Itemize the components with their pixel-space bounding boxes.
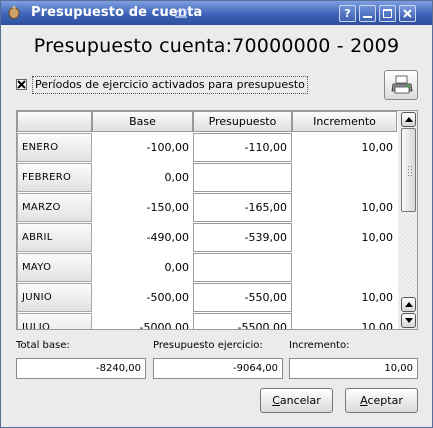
incremento-label: Incremento: xyxy=(289,340,350,351)
help-icon: ? xyxy=(344,7,351,20)
incremento-cell: 10,00 xyxy=(361,141,394,154)
scroll-up-button[interactable] xyxy=(401,297,416,312)
check-mark-icon xyxy=(17,80,26,89)
row-header-month[interactable]: ENERO xyxy=(17,133,92,162)
scroll-up-top-button[interactable] xyxy=(401,112,416,127)
scroll-thumb[interactable] xyxy=(401,128,416,212)
base-cell: -5000,00 xyxy=(139,321,189,329)
table-corner-header xyxy=(17,111,92,132)
incremento-cell: 10,00 xyxy=(361,321,394,329)
row-header-month[interactable]: JULIO xyxy=(17,313,92,329)
column-header-base[interactable]: Base xyxy=(92,111,193,132)
help-button[interactable]: ? xyxy=(339,5,356,22)
maximize-icon xyxy=(383,9,392,18)
page-title: Presupuesto cuenta:70000000 - 2009 xyxy=(33,35,400,57)
incremento-cell: 10,00 xyxy=(361,201,394,214)
app-icon xyxy=(8,5,20,19)
cancel-accelerator: C xyxy=(272,394,280,407)
presupuesto-input[interactable]: -165,00 xyxy=(193,193,292,222)
minimize-icon xyxy=(363,16,372,18)
presupuesto-input[interactable]: -5500,00 xyxy=(193,313,292,329)
arrow-down-icon xyxy=(405,318,413,323)
table-scrollbar[interactable] xyxy=(400,111,417,329)
row-header-month[interactable]: FEBRERO xyxy=(17,163,92,192)
close-button[interactable] xyxy=(399,5,416,22)
accept-label: ceptar xyxy=(367,394,403,407)
base-cell: 0,00 xyxy=(164,171,190,184)
base-cell: -500,00 xyxy=(146,291,189,304)
presupuesto-input[interactable]: -550,00 xyxy=(193,283,292,312)
cancel-button[interactable]: Cancelar xyxy=(260,388,333,413)
table-grid: Base Presupuesto Incremento ENERO -100,0… xyxy=(17,111,398,329)
row-header-month[interactable]: MARZO xyxy=(17,193,92,222)
base-cell: 0,00 xyxy=(164,261,190,274)
total-base-label: Total base: xyxy=(16,340,70,351)
arrow-up-icon xyxy=(405,302,413,307)
base-cell: -150,00 xyxy=(146,201,189,214)
row-header-month[interactable]: ABRIL xyxy=(17,223,92,252)
arrow-up-icon xyxy=(405,117,413,122)
minimize-button[interactable] xyxy=(359,5,376,22)
row-header-month[interactable]: MAYO xyxy=(17,253,92,282)
presupuesto-input[interactable] xyxy=(193,163,292,192)
maximize-button[interactable] xyxy=(379,5,396,22)
row-header-month[interactable]: JUNIO xyxy=(17,283,92,312)
periods-checkbox[interactable] xyxy=(16,79,27,90)
budget-dialog: Presupuesto de cuenta ? Presupuesto cuen… xyxy=(0,0,433,428)
incremento-cell xyxy=(292,253,397,282)
periods-checkbox-label[interactable]: Períodos de ejercicio activados para pre… xyxy=(32,76,308,94)
base-cell: -490,00 xyxy=(146,231,189,244)
presupuesto-ejercicio-label: Presupuesto ejercicio: xyxy=(153,340,263,351)
accept-button[interactable]: Aceptar xyxy=(345,388,418,413)
column-header-presupuesto[interactable]: Presupuesto xyxy=(193,111,292,132)
close-icon xyxy=(403,9,412,18)
title-bar[interactable]: Presupuesto de cuenta ? xyxy=(1,1,432,25)
incremento-cell xyxy=(292,163,397,192)
incremento-cell: 10,00 xyxy=(361,231,394,244)
column-header-incremento[interactable]: Incremento xyxy=(292,111,397,132)
scroll-down-button[interactable] xyxy=(401,313,416,328)
incremento-cell: 10,00 xyxy=(361,291,394,304)
scroll-track[interactable] xyxy=(401,212,416,297)
cancel-label: ancelar xyxy=(279,394,321,407)
presupuesto-input[interactable]: -539,00 xyxy=(193,223,292,252)
window-shade-icon[interactable] xyxy=(173,5,189,21)
budget-table: Base Presupuesto Incremento ENERO -100,0… xyxy=(16,110,418,330)
total-base-field[interactable]: -8240,00 xyxy=(16,358,146,379)
scroll-grip-icon xyxy=(407,165,412,177)
presupuesto-input[interactable]: -110,00 xyxy=(193,133,292,162)
print-button[interactable] xyxy=(384,70,418,100)
presupuesto-ejercicio-field[interactable]: -9064,00 xyxy=(153,358,283,379)
base-cell: -100,00 xyxy=(146,141,189,154)
presupuesto-input[interactable] xyxy=(193,253,292,282)
incremento-field[interactable]: 10,00 xyxy=(289,358,418,379)
printer-icon xyxy=(391,75,413,94)
